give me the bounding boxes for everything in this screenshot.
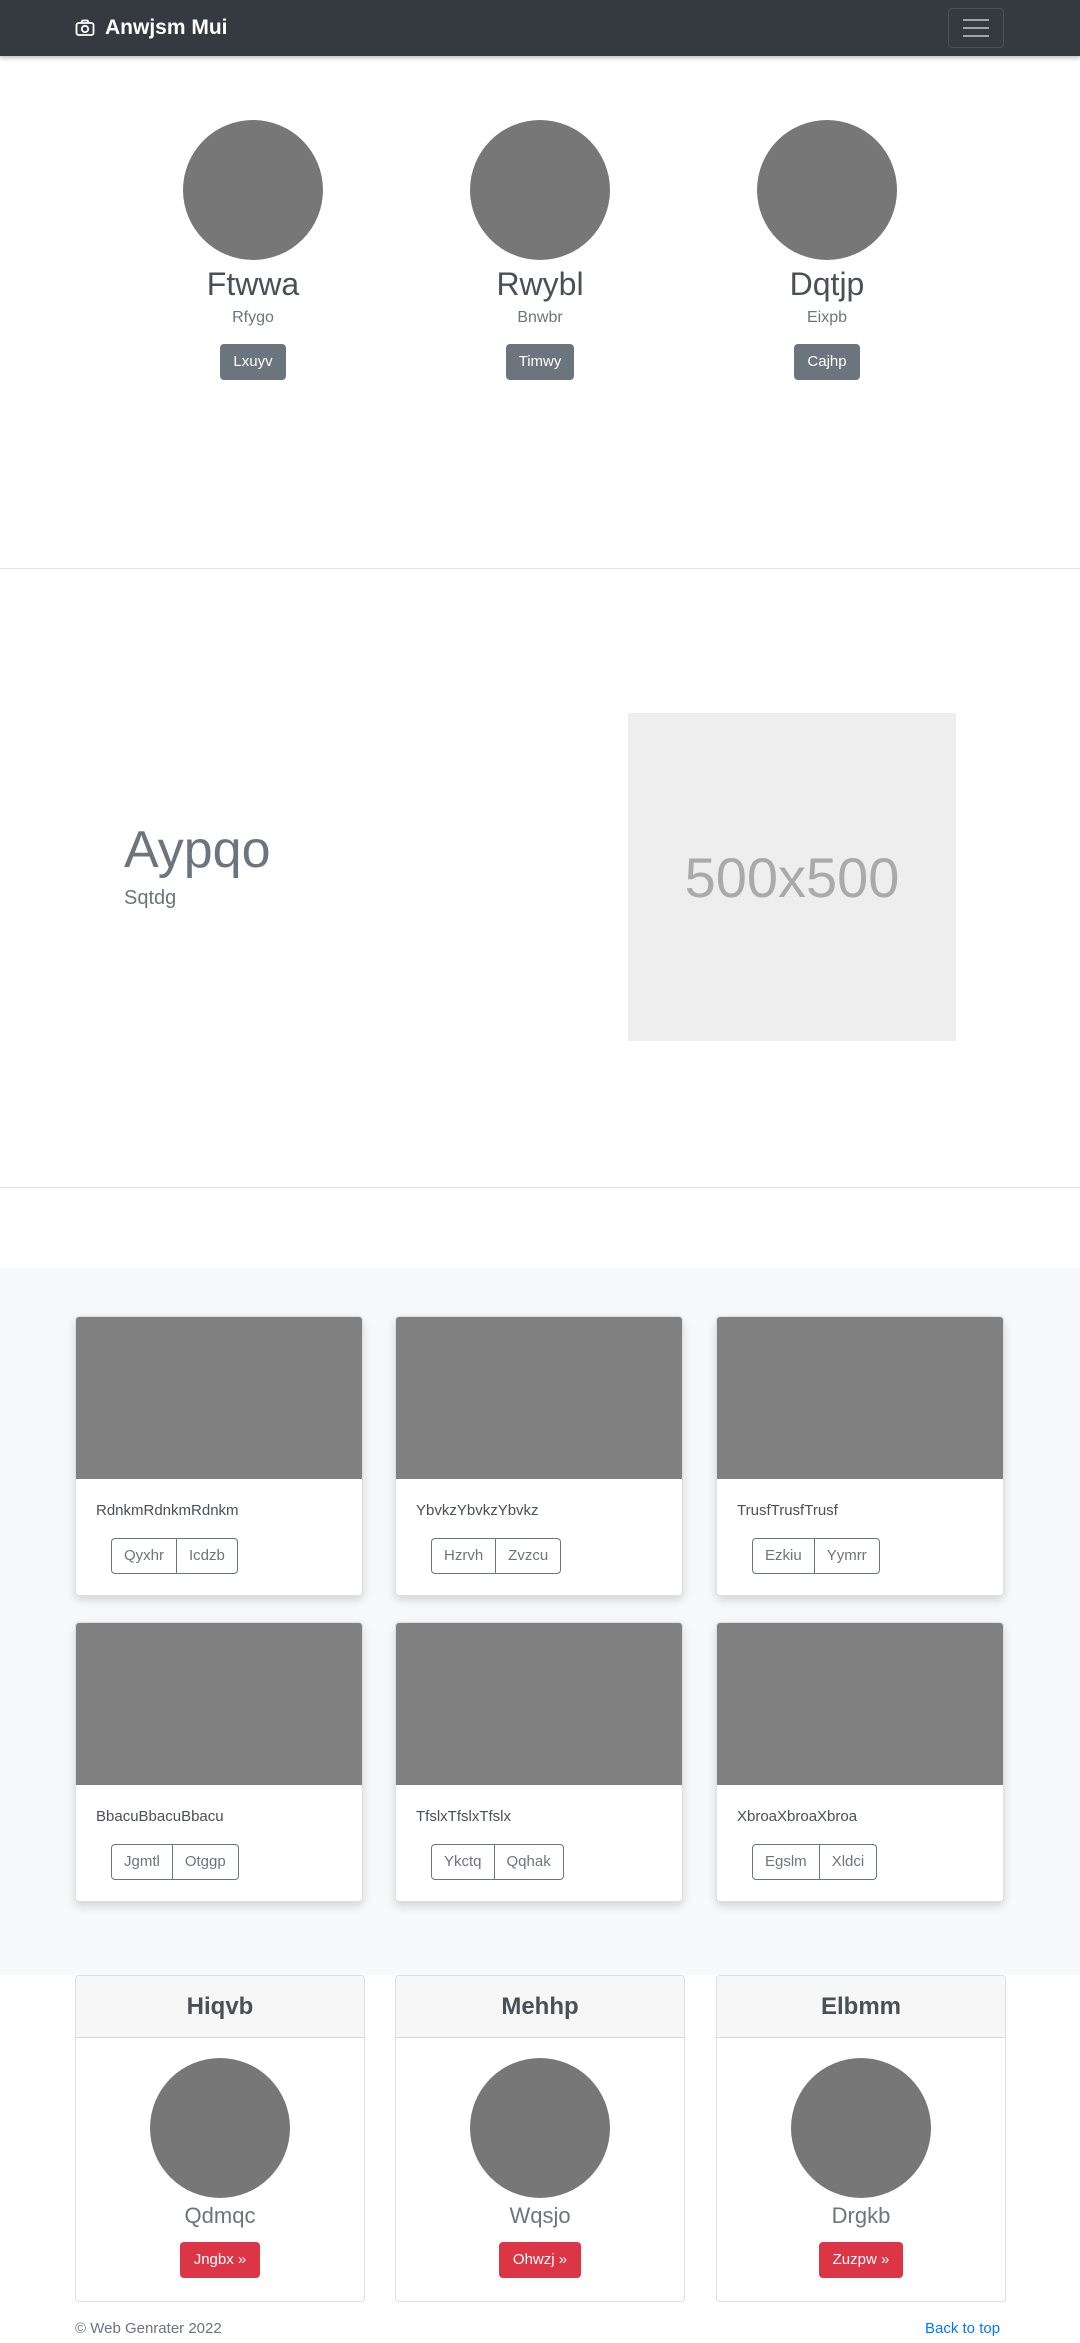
album-card: YbvkzYbvkzYbvkz Hzrvh Zvzcu — [395, 1316, 683, 1596]
pricing-card-name: Wqsjo — [509, 2203, 571, 2228]
profile-button[interactable]: Timwy — [505, 344, 575, 380]
navbar-brand[interactable]: Anwjsm Mui — [75, 0, 228, 56]
camera-icon — [75, 19, 95, 37]
avatar — [183, 120, 323, 260]
card-thumbnail — [76, 1317, 362, 1479]
pricing-card-header: Mehhp — [396, 1976, 684, 2038]
card-button-group: Hzrvh Zvzcu — [431, 1538, 562, 1574]
card-button[interactable]: Jgmtl — [111, 1844, 173, 1880]
hamburger-icon — [963, 19, 989, 21]
placeholder-image: 500x500 — [628, 713, 956, 1041]
avatar — [150, 2058, 290, 2198]
profile-card: Ftwwa Rfygo Lxuyv — [133, 120, 373, 380]
feature-title: Aypqo — [124, 821, 271, 879]
profile-button[interactable]: Cajhp — [794, 344, 860, 380]
card-button-group: Egslm Xldci — [752, 1844, 878, 1880]
pricing-card-header: Elbmm — [717, 1976, 1005, 2038]
card-button[interactable]: Ykctq — [431, 1844, 495, 1880]
card-text: RdnkmRdnkmRdnkm — [96, 1502, 239, 1519]
pricing-card-button[interactable]: Jngbx » — [179, 2242, 261, 2278]
navbar-toggle-button[interactable] — [948, 8, 1004, 48]
profile-subtitle: Bnwbr — [517, 309, 563, 326]
feature-subtitle: Sqtdg — [124, 887, 177, 909]
pricing-card: Elbmm Drgkb Zuzpw » — [716, 1975, 1006, 2302]
brand-label: Anwjsm Mui — [105, 16, 228, 39]
pricing-card-header: Hiqvb — [76, 1976, 364, 2038]
profile-card: Rwybl Bnwbr Timwy — [420, 120, 660, 380]
album-card: XbroaXbroaXbroa Egslm Xldci — [716, 1622, 1004, 1902]
profile-name: Ftwwa — [206, 266, 300, 302]
album-card: TrusfTrusfTrusf Ezkiu Yymrr — [716, 1316, 1004, 1596]
pricing-card-name: Drgkb — [831, 2203, 891, 2228]
footer-copyright: © Web Genrater 2022 — [75, 2320, 222, 2337]
card-text: BbacuBbacuBbacu — [96, 1808, 224, 1825]
profile-name: Dqtjp — [789, 266, 865, 302]
card-thumbnail — [76, 1623, 362, 1785]
divider — [0, 1187, 1080, 1188]
card-button[interactable]: Yymrr — [813, 1538, 880, 1574]
card-thumbnail — [396, 1317, 682, 1479]
card-thumbnail — [717, 1317, 1003, 1479]
card-button-group: Ezkiu Yymrr — [752, 1538, 880, 1574]
album-card: RdnkmRdnkmRdnkm Qyxhr Icdzb — [75, 1316, 363, 1596]
back-to-top-link[interactable]: Back to top — [925, 2320, 1000, 2337]
profile-name: Rwybl — [496, 266, 584, 302]
avatar — [757, 120, 897, 260]
card-button-group: Qyxhr Icdzb — [111, 1538, 238, 1574]
card-button[interactable]: Qyxhr — [111, 1538, 178, 1574]
card-button[interactable]: Icdzb — [176, 1538, 238, 1574]
pricing-card: Hiqvb Qdmqc Jngbx » — [75, 1975, 365, 2302]
profile-subtitle: Rfygo — [232, 309, 274, 326]
card-thumbnail — [717, 1623, 1003, 1785]
placeholder-label: 500x500 — [684, 845, 900, 909]
navbar: Anwjsm Mui — [0, 0, 1080, 56]
card-button-group: Jgmtl Otggp — [111, 1844, 239, 1880]
profile-subtitle: Eixpb — [806, 309, 848, 326]
pricing-card: Mehhp Wqsjo Ohwzj » — [395, 1975, 685, 2302]
card-button[interactable]: Hzrvh — [431, 1538, 497, 1574]
card-button[interactable]: Ezkiu — [752, 1538, 815, 1574]
card-button[interactable]: Otggp — [171, 1844, 239, 1880]
profile-button[interactable]: Lxuyv — [220, 344, 286, 380]
card-button[interactable]: Egslm — [752, 1844, 820, 1880]
card-button[interactable]: Qqhak — [493, 1844, 564, 1880]
pricing-card-name: Qdmqc — [184, 2203, 256, 2228]
card-button[interactable]: Zvzcu — [495, 1538, 562, 1574]
card-text: TrusfTrusfTrusf — [737, 1502, 838, 1519]
card-button[interactable]: Xldci — [818, 1844, 878, 1880]
pricing-card-button[interactable]: Zuzpw » — [818, 2242, 904, 2278]
card-text: YbvkzYbvkzYbvkz — [416, 1502, 539, 1519]
card-text: TfslxTfslxTfslx — [416, 1808, 511, 1825]
card-button-group: Ykctq Qqhak — [431, 1844, 564, 1880]
divider — [0, 568, 1080, 569]
card-text: XbroaXbroaXbroa — [737, 1808, 858, 1825]
avatar — [470, 2058, 610, 2198]
album-card: TfslxTfslxTfslx Ykctq Qqhak — [395, 1622, 683, 1902]
pricing-card-button[interactable]: Ohwzj » — [498, 2242, 582, 2278]
album-card: BbacuBbacuBbacu Jgmtl Otggp — [75, 1622, 363, 1902]
avatar — [791, 2058, 931, 2198]
avatar — [470, 120, 610, 260]
profile-card: Dqtjp Eixpb Cajhp — [707, 120, 947, 380]
card-thumbnail — [396, 1623, 682, 1785]
